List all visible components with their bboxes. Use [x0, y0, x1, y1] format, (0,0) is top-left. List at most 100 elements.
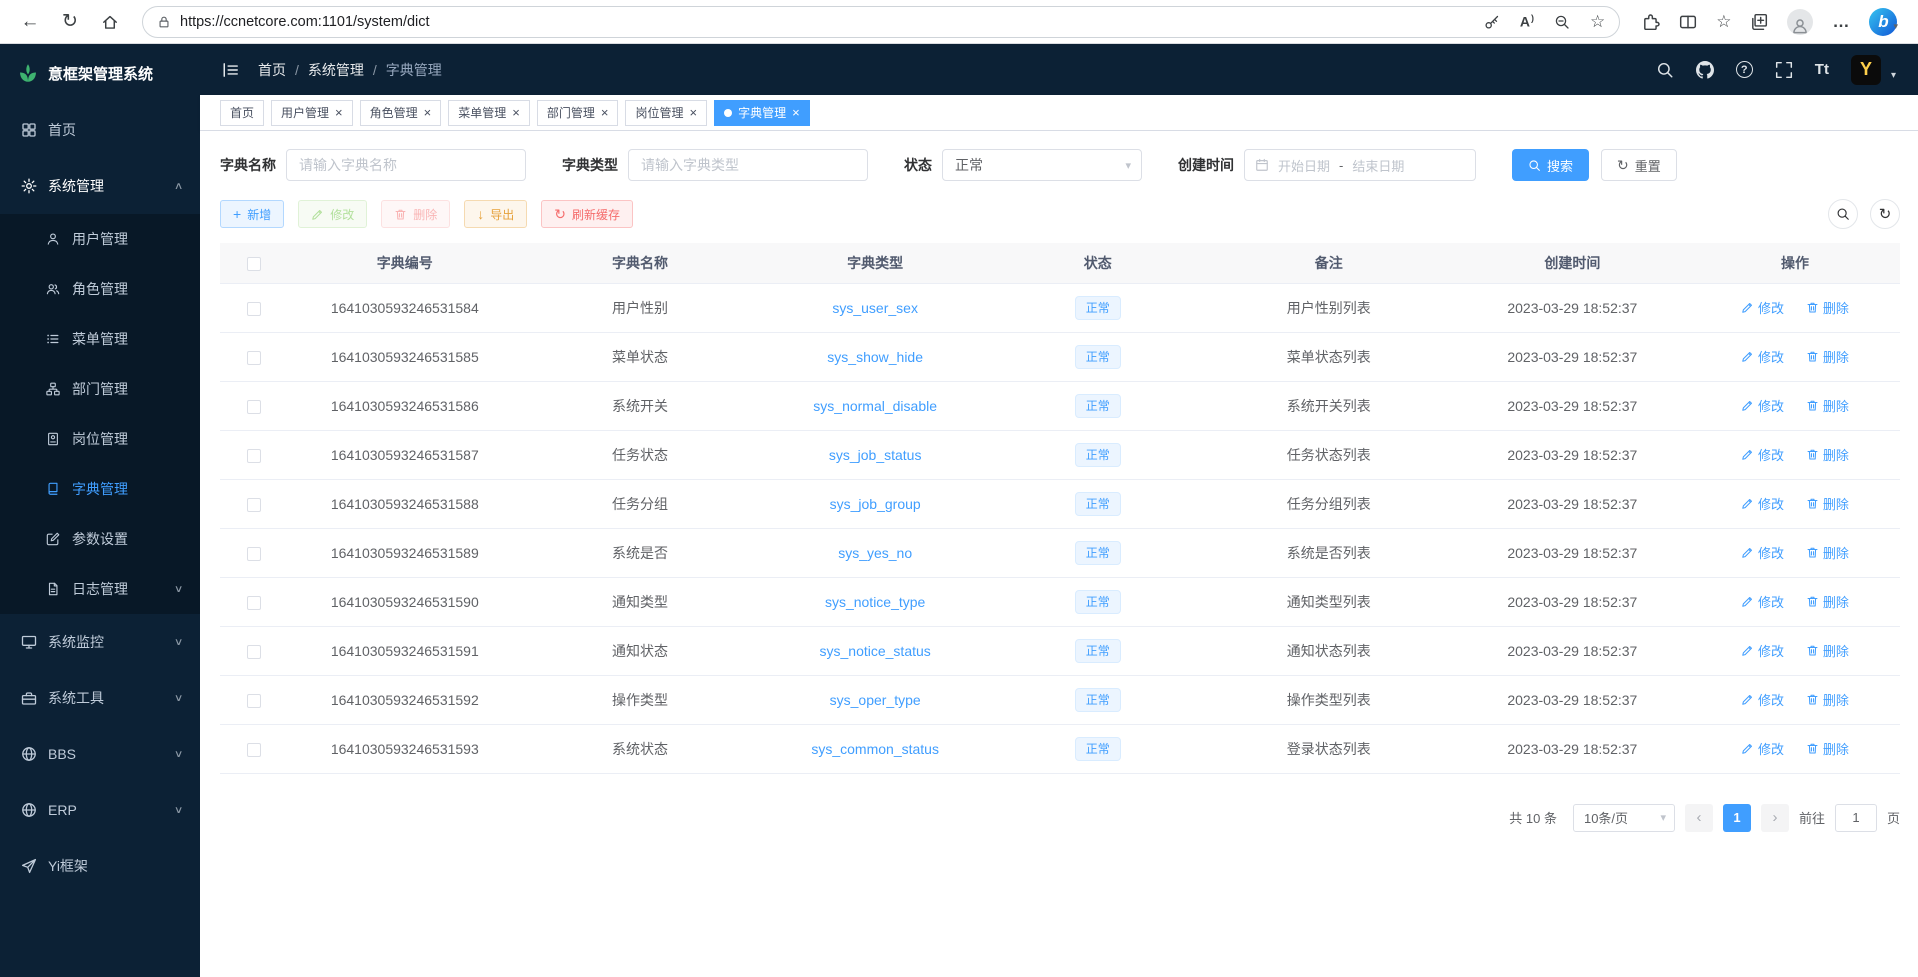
row-delete-button[interactable]: 删除	[1806, 494, 1849, 513]
sidebar-item-role-management[interactable]: 角色管理	[0, 264, 200, 314]
sidebar-item-yi-framework[interactable]: Yi框架	[0, 838, 200, 894]
page-size-select[interactable]: 10条/页 ▾	[1573, 804, 1675, 832]
row-checkbox[interactable]	[247, 498, 261, 512]
row-delete-button[interactable]: 删除	[1806, 396, 1849, 415]
read-aloud-icon[interactable]: A	[1520, 13, 1534, 30]
row-delete-button[interactable]: 删除	[1806, 298, 1849, 317]
row-delete-button[interactable]: 删除	[1806, 739, 1849, 758]
show-search-toggle-button[interactable]	[1828, 199, 1858, 229]
browser-home-button[interactable]	[92, 5, 128, 39]
row-checkbox[interactable]	[247, 302, 261, 316]
sidebar-item-erp[interactable]: ERP ∨	[0, 782, 200, 838]
date-range-picker[interactable]: 开始日期 - 结束日期	[1244, 149, 1476, 181]
row-edit-button[interactable]: 修改	[1741, 347, 1784, 366]
close-icon[interactable]: ×	[689, 106, 697, 119]
sidebar-item-dict-management[interactable]: 字典管理	[0, 464, 200, 514]
current-page[interactable]: 1	[1723, 804, 1751, 832]
dict-type-link[interactable]: sys_job_status	[829, 447, 922, 463]
close-icon[interactable]: ×	[335, 106, 343, 119]
row-edit-button[interactable]: 修改	[1741, 592, 1784, 611]
row-edit-button[interactable]: 修改	[1741, 494, 1784, 513]
row-edit-button[interactable]: 修改	[1741, 543, 1784, 562]
user-avatar[interactable]: Y	[1851, 55, 1881, 85]
sidebar-item-system-tools[interactable]: 系统工具 ∨	[0, 670, 200, 726]
row-delete-button[interactable]: 删除	[1806, 543, 1849, 562]
row-delete-button[interactable]: 删除	[1806, 347, 1849, 366]
add-favorite-star-icon[interactable]: ☆	[1590, 13, 1605, 30]
tab-role-management[interactable]: 角色管理 ×	[360, 100, 442, 126]
dict-type-link[interactable]: sys_notice_status	[820, 643, 931, 659]
add-button[interactable]: + 新增	[220, 200, 284, 228]
refresh-table-button[interactable]: ↻	[1870, 199, 1900, 229]
dict-type-link[interactable]: sys_show_hide	[827, 349, 923, 365]
fold-sidebar-button[interactable]	[222, 61, 240, 79]
app-logo[interactable]: 意框架管理系统	[0, 44, 200, 102]
sidebar-item-system-management[interactable]: 系统管理 ∧	[0, 158, 200, 214]
sidebar-item-menu-management[interactable]: 菜单管理	[0, 314, 200, 364]
browser-menu-icon[interactable]: …	[1832, 12, 1850, 32]
row-edit-button[interactable]: 修改	[1741, 690, 1784, 709]
close-icon[interactable]: ×	[792, 106, 800, 119]
row-delete-button[interactable]: 删除	[1806, 641, 1849, 660]
row-edit-button[interactable]: 修改	[1741, 445, 1784, 464]
tab-dict-management[interactable]: 字典管理 ×	[714, 100, 810, 126]
tab-post-management[interactable]: 岗位管理 ×	[625, 100, 707, 126]
sidebar-item-bbs[interactable]: BBS ∨	[0, 726, 200, 782]
row-checkbox[interactable]	[247, 449, 261, 463]
goto-page-input[interactable]	[1835, 804, 1877, 832]
split-screen-icon[interactable]	[1679, 13, 1697, 31]
next-page-button[interactable]: ›	[1761, 804, 1789, 832]
dict-type-link[interactable]: sys_job_group	[830, 496, 921, 512]
dict-type-link[interactable]: sys_oper_type	[830, 692, 921, 708]
row-checkbox[interactable]	[247, 400, 261, 414]
row-delete-button[interactable]: 删除	[1806, 690, 1849, 709]
url-text[interactable]: https://ccnetcore.com:1101/system/dict	[180, 14, 430, 30]
row-delete-button[interactable]: 删除	[1806, 592, 1849, 611]
tab-user-management[interactable]: 用户管理 ×	[271, 100, 353, 126]
dict-type-input[interactable]	[628, 149, 868, 181]
font-size-button[interactable]: Tt	[1815, 61, 1829, 78]
row-checkbox[interactable]	[247, 351, 261, 365]
refresh-cache-button[interactable]: ↻ 刷新缓存	[541, 200, 633, 228]
bing-button[interactable]: b ▾	[1869, 8, 1898, 36]
row-checkbox[interactable]	[247, 596, 261, 610]
dict-type-link[interactable]: sys_normal_disable	[813, 398, 937, 414]
row-delete-button[interactable]: 删除	[1806, 445, 1849, 464]
row-checkbox[interactable]	[247, 645, 261, 659]
browser-profile-avatar[interactable]	[1787, 9, 1813, 35]
close-icon[interactable]: ×	[424, 106, 432, 119]
close-icon[interactable]: ×	[601, 106, 609, 119]
zoom-icon[interactable]	[1554, 14, 1570, 30]
sidebar-item-post-management[interactable]: 岗位管理	[0, 414, 200, 464]
address-bar[interactable]: https://ccnetcore.com:1101/system/dict A…	[142, 6, 1620, 38]
fullscreen-button[interactable]	[1775, 61, 1793, 79]
search-button[interactable]: 搜索	[1512, 149, 1589, 181]
tab-dept-management[interactable]: 部门管理 ×	[537, 100, 619, 126]
github-button[interactable]	[1696, 61, 1714, 79]
dict-type-link[interactable]: sys_yes_no	[838, 545, 912, 561]
tab-menu-management[interactable]: 菜单管理 ×	[448, 100, 530, 126]
breadcrumb-home[interactable]: 首页	[258, 60, 286, 80]
tab-home[interactable]: 首页	[220, 100, 264, 126]
extensions-icon[interactable]	[1642, 13, 1660, 31]
sidebar-item-param-settings[interactable]: 参数设置	[0, 514, 200, 564]
dict-name-input[interactable]	[286, 149, 526, 181]
help-button[interactable]: ?	[1736, 61, 1753, 78]
sidebar-item-home[interactable]: 首页	[0, 102, 200, 158]
close-icon[interactable]: ×	[512, 106, 520, 119]
row-checkbox[interactable]	[247, 743, 261, 757]
edit-button[interactable]: 修改	[298, 200, 367, 228]
breadcrumb-system[interactable]: 系统管理	[308, 60, 364, 80]
row-checkbox[interactable]	[247, 547, 261, 561]
select-all-checkbox[interactable]	[247, 257, 261, 271]
prev-page-button[interactable]: ‹	[1685, 804, 1713, 832]
dict-type-link[interactable]: sys_notice_type	[825, 594, 925, 610]
status-select[interactable]: 正常 ▾	[942, 149, 1142, 181]
dict-type-link[interactable]: sys_user_sex	[832, 300, 918, 316]
delete-button[interactable]: 删除	[381, 200, 450, 228]
favorites-star-icon[interactable]: ☆	[1716, 13, 1731, 30]
saved-password-key-icon[interactable]	[1484, 14, 1500, 30]
sidebar-item-log-management[interactable]: 日志管理 ∨	[0, 564, 200, 614]
dict-type-link[interactable]: sys_common_status	[811, 741, 939, 757]
row-edit-button[interactable]: 修改	[1741, 298, 1784, 317]
